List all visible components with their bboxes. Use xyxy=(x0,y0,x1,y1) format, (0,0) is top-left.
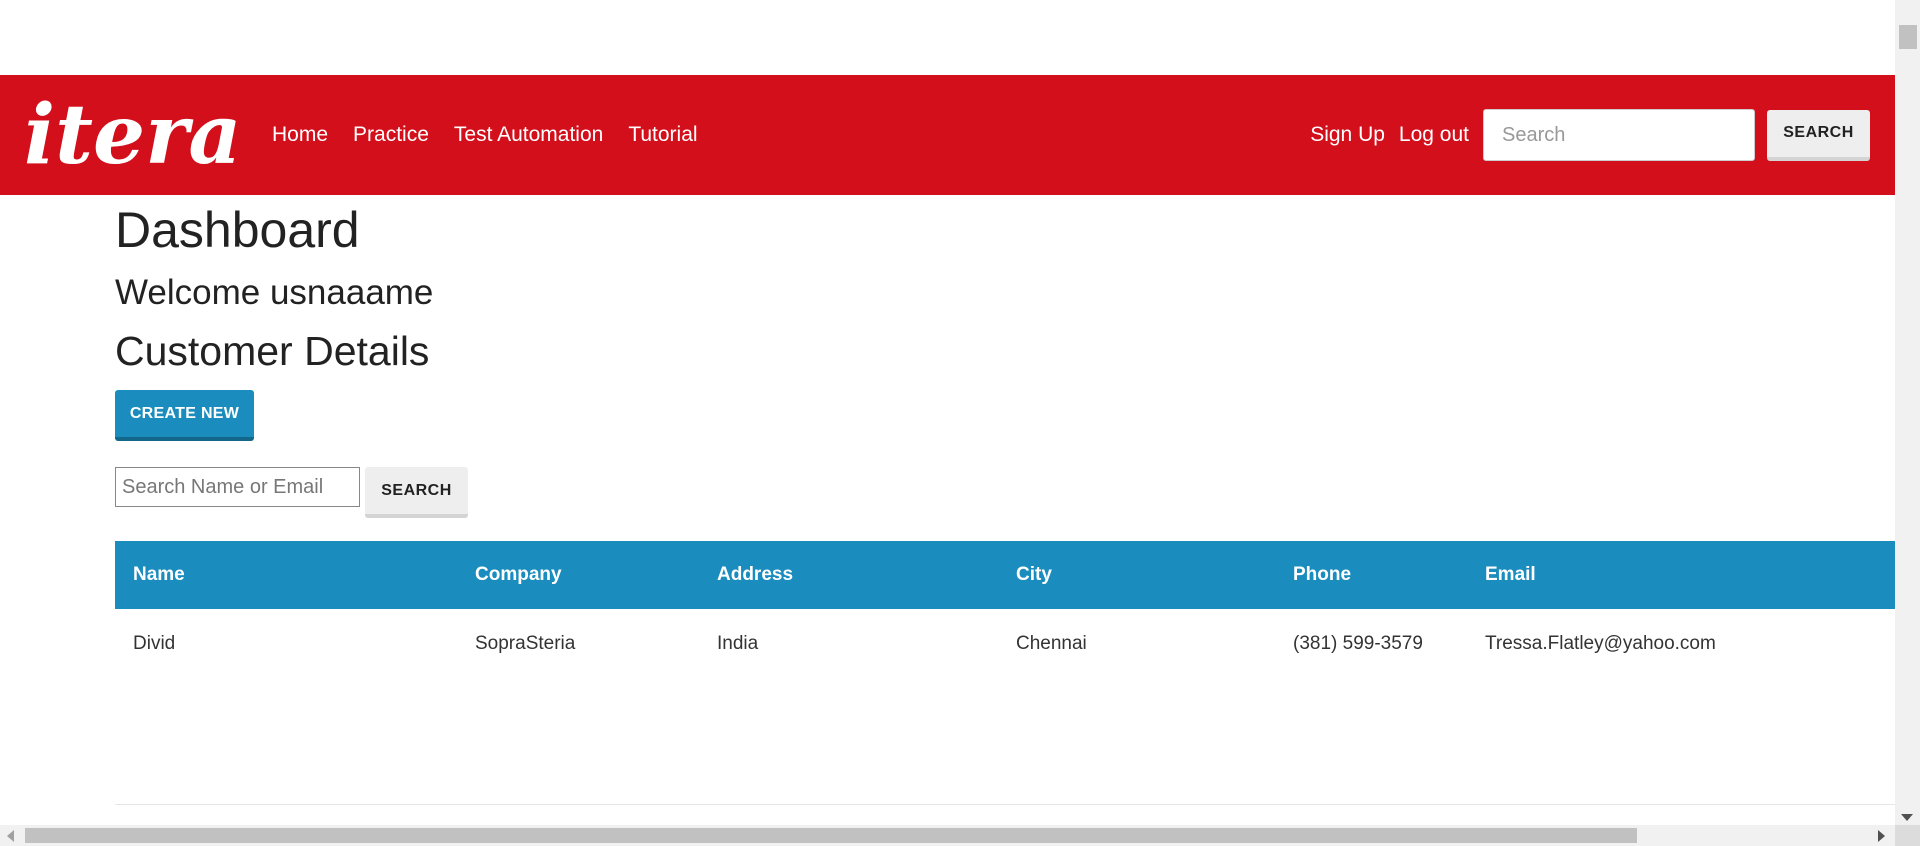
nav-signup-link[interactable]: Sign Up xyxy=(1310,123,1385,147)
customer-search-row: Search Name or Email SEARCH xyxy=(115,467,468,518)
cell-name: Divid xyxy=(133,633,176,654)
itera-logo[interactable]: itera xyxy=(22,89,242,181)
scroll-left-arrow-icon[interactable] xyxy=(7,830,14,842)
nav-links-right: Sign Up Log out Search SEARCH xyxy=(1310,75,1895,195)
nav-search-input[interactable]: Search xyxy=(1483,109,1755,161)
welcome-text: Welcome usnaaame xyxy=(115,273,434,312)
nav-logout-link[interactable]: Log out xyxy=(1399,123,1469,147)
customer-table: Name Company Address City Phone Email Di… xyxy=(115,541,1895,679)
top-navbar: itera Home Practice Test Automation Tuto… xyxy=(0,75,1895,195)
svg-text:itera: itera xyxy=(24,89,242,181)
cell-city: Chennai xyxy=(1016,633,1087,654)
nav-test-automation-link[interactable]: Test Automation xyxy=(454,123,603,147)
create-new-button[interactable]: CREATE NEW xyxy=(115,390,254,441)
customer-search-input[interactable]: Search Name or Email xyxy=(115,467,360,507)
column-header-name: Name xyxy=(133,564,185,585)
page-title: Dashboard xyxy=(115,202,360,258)
horizontal-scroll-thumb[interactable] xyxy=(25,828,1637,843)
scroll-down-arrow-icon[interactable] xyxy=(1901,814,1913,821)
customer-search-button[interactable]: SEARCH xyxy=(365,467,468,518)
table-header: Name Company Address City Phone Email xyxy=(115,541,1895,609)
scrollbar-corner xyxy=(1895,825,1920,846)
section-heading: Customer Details xyxy=(115,328,430,374)
column-header-company: Company xyxy=(475,564,562,585)
cell-email: Tressa.Flatley@yahoo.com xyxy=(1485,633,1716,654)
column-header-address: Address xyxy=(717,564,794,585)
vertical-scroll-thumb[interactable] xyxy=(1899,25,1917,49)
cell-address: India xyxy=(717,633,759,654)
column-header-email: Email xyxy=(1485,564,1536,585)
cell-phone: (381) 599-3579 xyxy=(1293,633,1423,654)
column-header-phone: Phone xyxy=(1293,564,1352,585)
table-divider xyxy=(115,804,1895,805)
vertical-scrollbar[interactable] xyxy=(1895,0,1920,825)
horizontal-scrollbar[interactable] xyxy=(0,825,1895,846)
nav-search-button[interactable]: SEARCH xyxy=(1767,109,1870,161)
table-row[interactable]: Divid SopraSteria India Chennai (381) 59… xyxy=(115,609,1895,679)
scroll-right-arrow-icon[interactable] xyxy=(1878,830,1885,842)
nav-links-left: Home Practice Test Automation Tutorial xyxy=(272,75,723,195)
nav-practice-link[interactable]: Practice xyxy=(353,123,429,147)
nav-home-link[interactable]: Home xyxy=(272,123,328,147)
nav-tutorial-link[interactable]: Tutorial xyxy=(628,123,697,147)
cell-company: SopraSteria xyxy=(475,633,576,654)
column-header-city: City xyxy=(1016,564,1052,585)
